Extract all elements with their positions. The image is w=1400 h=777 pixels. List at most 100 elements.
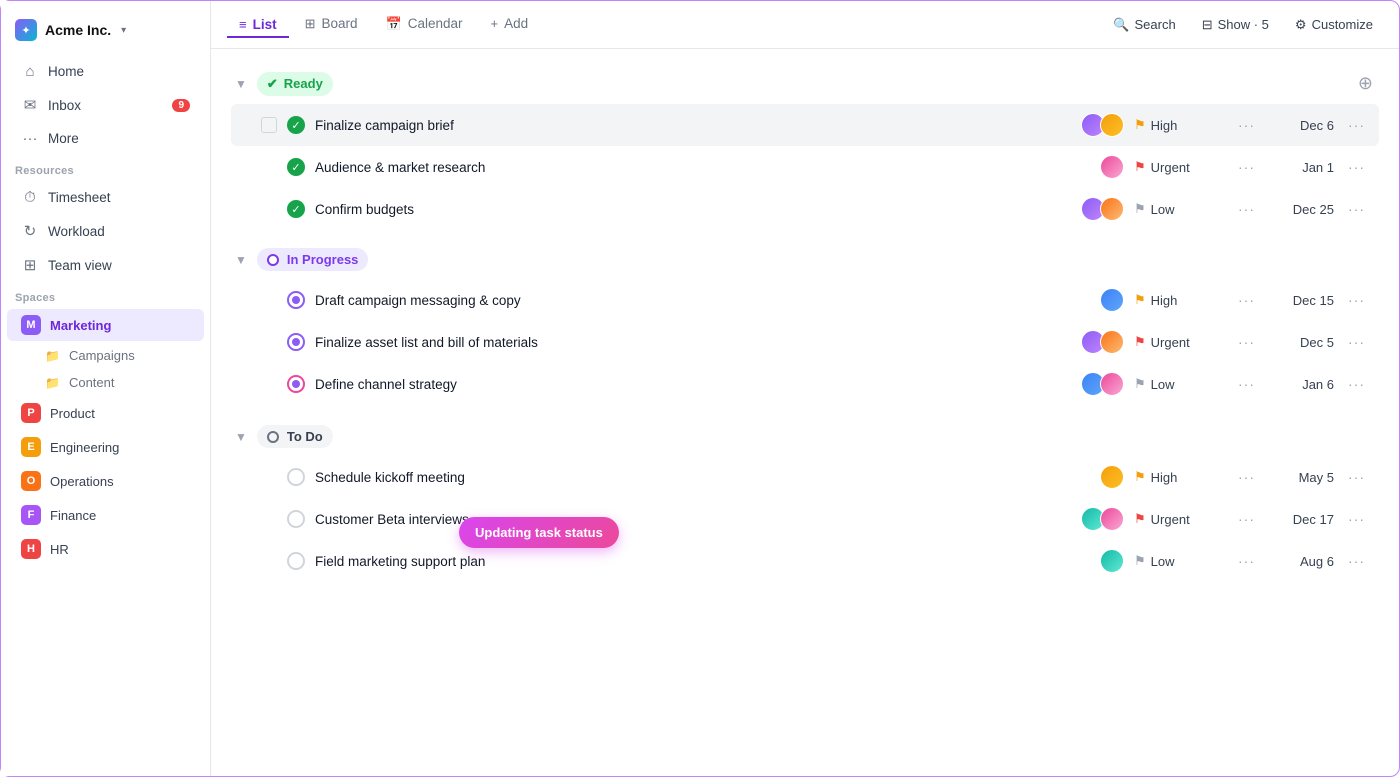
task-status-done-icon[interactable]: ✓ (287, 158, 305, 176)
sidebar-space-finance[interactable]: F Finance (7, 499, 204, 531)
app-logo[interactable]: Acme Inc. ▾ (1, 11, 210, 55)
priority-flag-icon: ⚑ (1134, 553, 1146, 569)
sidebar-item-workload[interactable]: ↻ Workload (7, 215, 204, 247)
task-status-done-icon[interactable]: ✓ (287, 116, 305, 134)
space-dot-f: F (21, 505, 41, 525)
task-date: Dec 17 (1269, 512, 1334, 527)
task-name: Draft campaign messaging & copy (315, 293, 1090, 308)
folder-icon: 📁 (45, 349, 60, 363)
sidebar-item-label: Team view (48, 258, 112, 273)
sidebar-space-engineering[interactable]: E Engineering (7, 431, 204, 463)
task-row: Finalize asset list and bill of material… (231, 321, 1379, 363)
sidebar-space-label: Marketing (50, 318, 111, 333)
task-more-button[interactable]: ··· (1234, 290, 1259, 310)
task-avatars (1081, 330, 1124, 354)
sidebar-item-home[interactable]: ⌂ Home (7, 56, 204, 87)
customize-label: Customize (1312, 17, 1373, 32)
task-more-button[interactable]: ··· (1234, 467, 1259, 487)
tab-board[interactable]: ⊞ Board (293, 10, 370, 40)
task-status-empty-icon[interactable] (287, 468, 305, 486)
task-status-inprogress-icon[interactable] (287, 291, 305, 309)
chevron-icon[interactable]: ▼ (233, 251, 249, 269)
section-add-button[interactable]: ⊕ (1352, 71, 1379, 96)
task-status-empty-icon[interactable] (287, 510, 305, 528)
priority-flag-icon: ⚑ (1134, 511, 1146, 527)
spaces-section-label: Spaces (1, 282, 210, 308)
priority-cell: ⚑ High (1134, 469, 1224, 485)
sidebar-item-label: More (48, 131, 79, 146)
task-checkbox[interactable] (261, 117, 277, 133)
task-options-button[interactable]: ··· (1344, 467, 1369, 487)
inprogress-label: In Progress (287, 252, 359, 267)
priority-label: High (1151, 470, 1178, 485)
tab-calendar[interactable]: 📅 Calendar (374, 10, 475, 40)
todo-circle-icon (267, 431, 279, 443)
tab-label: Board (322, 16, 358, 31)
task-options-button[interactable]: ··· (1344, 551, 1369, 571)
folder-icon: 📁 (45, 376, 60, 390)
priority-flag-icon: ⚑ (1134, 376, 1146, 392)
sidebar-sub-content[interactable]: 📁 Content (7, 370, 204, 395)
add-icon: + (491, 16, 499, 31)
customize-button[interactable]: ⚙ Customize (1285, 12, 1383, 38)
task-options-button[interactable]: ··· (1344, 199, 1369, 219)
priority-cell: ⚑ Low (1134, 376, 1224, 392)
space-dot-p: P (21, 403, 41, 423)
sidebar-item-timesheet[interactable]: ⏱ Timesheet (7, 182, 204, 213)
avatar (1100, 549, 1124, 573)
task-row: Customer Beta interviews ⚑ Urgent ··· De… (231, 498, 1379, 540)
task-avatars (1081, 197, 1124, 221)
show-button[interactable]: ⊟ Show · 5 (1192, 12, 1279, 38)
task-more-button[interactable]: ··· (1234, 551, 1259, 571)
calendar-icon: 📅 (386, 16, 402, 32)
task-avatars (1081, 507, 1124, 531)
task-options-button[interactable]: ··· (1344, 374, 1369, 394)
task-status-done-icon[interactable]: ✓ (287, 200, 305, 218)
task-more-button[interactable]: ··· (1234, 115, 1259, 135)
sidebar-space-label: Operations (50, 474, 114, 489)
todo-label: To Do (287, 429, 323, 444)
task-options-button[interactable]: ··· (1344, 115, 1369, 135)
task-date: Jan 6 (1269, 377, 1334, 392)
section-header-inprogress: ▼ In Progress (231, 242, 1379, 277)
task-status-inprogress-icon[interactable] (287, 375, 305, 393)
task-more-button[interactable]: ··· (1234, 374, 1259, 394)
task-status-empty-icon[interactable] (287, 552, 305, 570)
priority-label: Low (1151, 554, 1175, 569)
chevron-icon[interactable]: ▼ (233, 428, 249, 446)
sidebar-space-operations[interactable]: O Operations (7, 465, 204, 497)
task-row: Define channel strategy ⚑ Low ··· Jan 6 … (231, 363, 1379, 405)
search-button[interactable]: 🔍 Search (1103, 12, 1185, 38)
priority-cell: ⚑ Urgent (1134, 159, 1224, 175)
sidebar-item-inbox[interactable]: ✉ Inbox 9 (7, 89, 204, 121)
tab-label: Add (504, 16, 528, 31)
task-date: Dec 15 (1269, 293, 1334, 308)
task-more-button[interactable]: ··· (1234, 157, 1259, 177)
sidebar-space-product[interactable]: P Product (7, 397, 204, 429)
task-more-button[interactable]: ··· (1234, 509, 1259, 529)
avatar (1100, 288, 1124, 312)
task-date: Dec 25 (1269, 202, 1334, 217)
logo-icon (15, 19, 37, 41)
main-content: ≡ List ⊞ Board 📅 Calendar + Add 🔍 Search… (211, 1, 1399, 776)
priority-flag-icon: ⚑ (1134, 334, 1146, 350)
task-name: Finalize asset list and bill of material… (315, 335, 1071, 350)
sidebar-item-label: Timesheet (48, 190, 111, 205)
sidebar-item-more[interactable]: ··· More (7, 123, 204, 154)
task-avatars (1100, 465, 1124, 489)
task-more-button[interactable]: ··· (1234, 199, 1259, 219)
sidebar-item-teamview[interactable]: ⊞ Team view (7, 249, 204, 281)
task-options-button[interactable]: ··· (1344, 509, 1369, 529)
task-options-button[interactable]: ··· (1344, 290, 1369, 310)
chevron-icon[interactable]: ▼ (233, 75, 249, 93)
sidebar-sub-campaigns[interactable]: 📁 Campaigns (7, 343, 204, 368)
task-more-button[interactable]: ··· (1234, 332, 1259, 352)
ready-label: Ready (284, 76, 323, 91)
task-options-button[interactable]: ··· (1344, 157, 1369, 177)
tab-list[interactable]: ≡ List (227, 11, 289, 38)
task-options-button[interactable]: ··· (1344, 332, 1369, 352)
sidebar-space-hr[interactable]: H HR (7, 533, 204, 565)
sidebar-space-marketing[interactable]: M Marketing (7, 309, 204, 341)
tab-add[interactable]: + Add (479, 10, 541, 39)
task-status-inprogress-icon[interactable] (287, 333, 305, 351)
